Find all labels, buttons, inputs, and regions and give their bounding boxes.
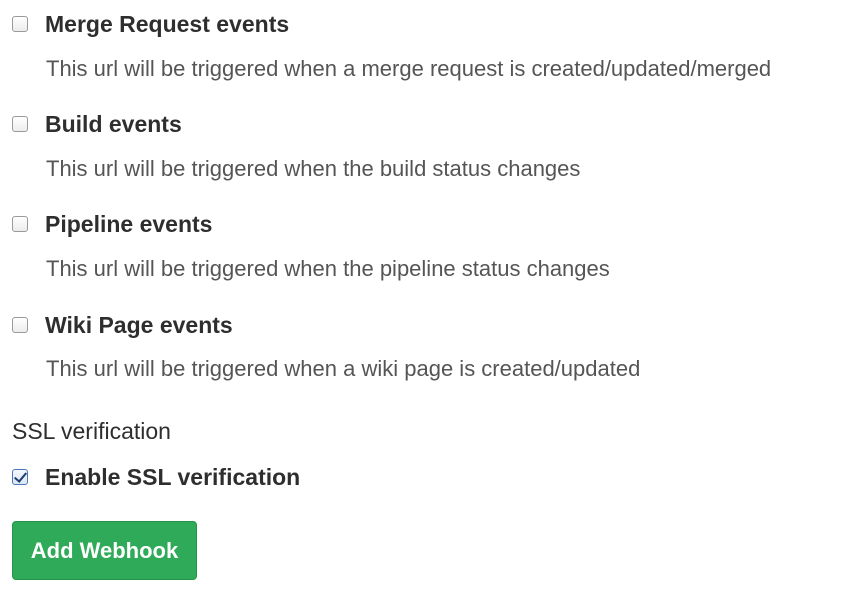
wiki-page-events-checkbox[interactable]: [12, 317, 28, 333]
enable-ssl-row[interactable]: Enable SSL verification: [12, 462, 300, 492]
enable-ssl-label[interactable]: Enable SSL verification: [45, 464, 300, 491]
pipeline-events-label[interactable]: Pipeline events: [45, 211, 212, 238]
merge-request-events-checkbox[interactable]: [12, 16, 28, 32]
build-events-label[interactable]: Build events: [45, 111, 182, 138]
build-events-option: Build events: [12, 109, 182, 139]
checkmark-icon: [13, 469, 28, 483]
wiki-page-events-description: This url will be triggered when a wiki p…: [46, 356, 641, 381]
pipeline-events-row[interactable]: Pipeline events: [12, 209, 212, 239]
pipeline-events-description: This url will be triggered when the pipe…: [46, 256, 610, 281]
ssl-verification-heading: SSL verification: [12, 418, 171, 444]
build-events-description: This url will be triggered when the buil…: [46, 156, 581, 181]
ssl-verification-option: Enable SSL verification: [12, 462, 300, 492]
build-events-checkbox[interactable]: [12, 116, 28, 132]
wiki-page-events-row[interactable]: Wiki Page events: [12, 310, 233, 340]
pipeline-events-checkbox[interactable]: [12, 216, 28, 232]
merge-request-events-option: Merge Request events: [12, 9, 289, 39]
merge-request-events-row[interactable]: Merge Request events: [12, 9, 289, 39]
wiki-page-events-label[interactable]: Wiki Page events: [45, 312, 233, 339]
wiki-page-events-option: Wiki Page events: [12, 310, 233, 340]
pipeline-events-option: Pipeline events: [12, 209, 212, 239]
merge-request-events-description: This url will be triggered when a merge …: [46, 56, 772, 81]
build-events-row[interactable]: Build events: [12, 109, 182, 139]
merge-request-events-label[interactable]: Merge Request events: [45, 11, 289, 38]
enable-ssl-checkbox[interactable]: [12, 469, 28, 485]
add-webhook-button[interactable]: Add Webhook: [12, 521, 197, 580]
